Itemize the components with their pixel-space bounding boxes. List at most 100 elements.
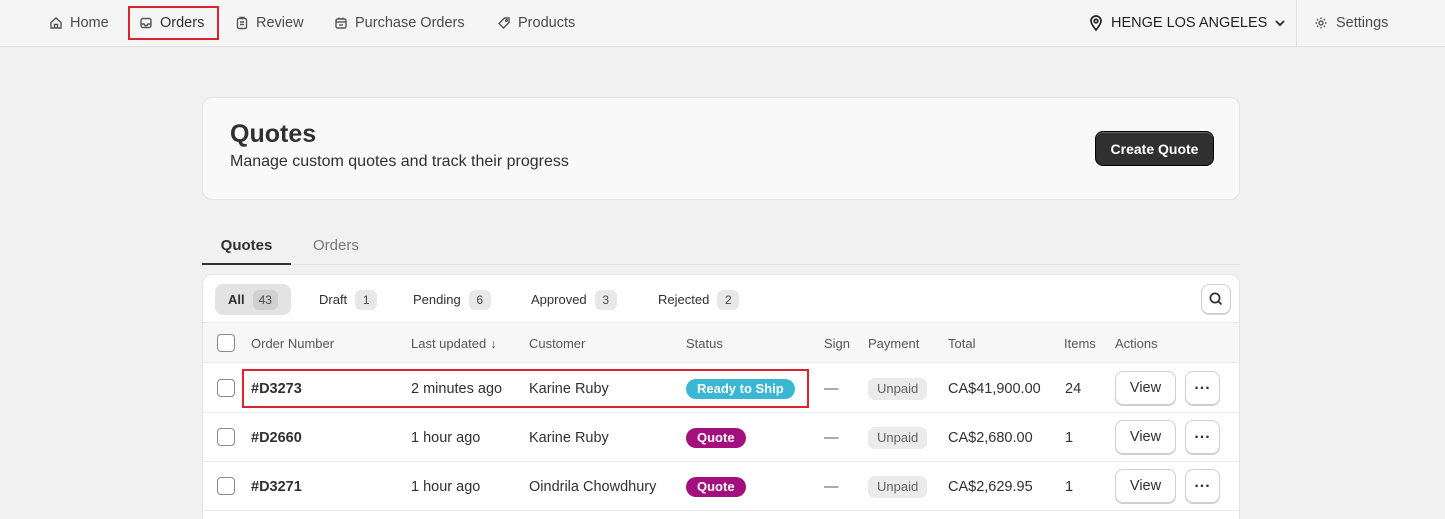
column-status[interactable]: Status [686,323,723,363]
filter-count: 2 [717,289,740,310]
column-sign[interactable]: Sign [824,323,850,363]
column-payment[interactable]: Payment [868,323,919,363]
nav-divider [1296,0,1297,47]
ellipsis-icon: ... [1194,376,1211,393]
page-subtitle: Manage custom quotes and track their pro… [230,153,569,170]
filter-label: Rejected [658,292,710,307]
ellipsis-icon: ... [1194,474,1211,491]
row-checkbox[interactable] [217,379,235,397]
customer-name: Karine Ruby [529,429,609,446]
tab-orders[interactable]: Orders [313,227,359,264]
last-updated: 1 hour ago [411,478,481,495]
view-button[interactable]: View [1115,469,1176,503]
nav-review[interactable]: Review [226,6,313,40]
last-updated: 1 hour ago [411,429,481,446]
search-button[interactable] [1201,284,1231,314]
nav-orders-label: Orders [160,15,205,31]
column-actions: Actions [1115,335,1158,351]
clipboard-icon [236,16,248,30]
nav-home-label: Home [70,15,109,31]
page-header-card: Quotes Manage custom quotes and track th… [202,97,1240,200]
total-value: CA$2,680.00 [948,429,1033,446]
tab-quotes[interactable]: Quotes [202,227,291,265]
filter-count: 43 [252,289,278,310]
page-title: Quotes [230,120,317,148]
sign-value: — [824,478,839,495]
more-actions-button[interactable]: ... [1185,420,1220,454]
items-count: 1 [1065,478,1074,495]
receipt-icon [335,17,347,29]
filter-count: 1 [355,289,378,310]
last-updated: 2 minutes ago [411,380,503,397]
chevron-down-icon [1275,20,1285,27]
more-actions-button[interactable]: ... [1185,371,1220,405]
column-total[interactable]: Total [948,323,975,363]
create-quote-button[interactable]: Create Quote [1095,131,1214,166]
status-badge: Ready to Ship [686,378,795,399]
filter-rejected[interactable]: Rejected 2 [645,284,752,315]
total-value: CA$2,629.95 [948,478,1033,495]
inbox-icon [140,17,152,29]
filter-bar: All 43 Draft 1 Pending 6 Approved 3 Reje… [203,275,1239,323]
column-customer[interactable]: Customer [529,323,585,363]
payment-badge: Unpaid [868,377,928,400]
table-row[interactable]: #D3271 1 hour ago Oindrila Chowdhury Quo… [203,462,1239,511]
location-label: HENGE LOS ANGELES [1111,15,1268,31]
nav-review-label: Review [256,15,304,31]
settings-button[interactable]: Settings [1306,6,1396,40]
filter-pending[interactable]: Pending 6 [400,284,504,315]
sign-value: — [824,380,839,397]
gear-icon [1315,17,1327,29]
nav-products[interactable]: Products [488,6,584,40]
order-number[interactable]: #D3273 [251,364,302,413]
view-button[interactable]: View [1115,371,1176,405]
view-button[interactable]: View [1115,420,1176,454]
filter-label: Approved [531,292,587,307]
table-row[interactable]: #D2660 1 hour ago Karine Ruby Quote — Un… [203,413,1239,462]
order-number[interactable]: #D3271 [251,462,302,511]
ellipsis-icon: ... [1194,425,1211,442]
filter-count: 3 [594,289,617,310]
items-count: 1 [1065,429,1074,446]
column-last-updated-label: Last updated [411,335,487,351]
nav-orders[interactable]: Orders [128,6,219,40]
sort-arrow-icon: ↓ [490,335,497,351]
filter-draft[interactable]: Draft 1 [306,284,390,315]
nav-home[interactable]: Home [40,6,118,40]
location-pin-icon [1090,15,1102,32]
filter-count: 6 [468,289,491,310]
nav-products-label: Products [518,15,576,31]
table-header: Order Number Last updated ↓ Customer Sta… [203,323,1239,363]
row-checkbox[interactable] [217,428,235,446]
order-number[interactable]: #D2660 [251,413,302,462]
nav-purchase-orders-label: Purchase Orders [355,15,465,31]
select-all-checkbox[interactable] [217,334,235,352]
filter-all[interactable]: All 43 [215,284,291,315]
column-items[interactable]: Items [1064,323,1096,363]
more-actions-button[interactable]: ... [1185,469,1220,503]
filter-label: Pending [413,292,461,307]
nav-purchase-orders[interactable]: Purchase Orders [325,6,474,40]
filter-label: Draft [319,292,348,307]
payment-badge: Unpaid [868,426,928,449]
filter-label: All [228,292,245,307]
location-selector[interactable]: HENGE LOS ANGELES [1087,6,1287,40]
filter-approved[interactable]: Approved 3 [518,284,630,315]
total-value: CA$41,900.00 [948,380,1041,397]
sign-value: — [824,429,839,446]
search-icon [1209,292,1223,306]
column-order-number[interactable]: Order Number [251,323,334,363]
column-last-updated[interactable]: Last updated ↓ [411,323,497,363]
customer-name: Karine Ruby [529,380,609,397]
settings-label: Settings [1336,15,1389,31]
tag-icon [498,17,510,29]
customer-name: Oindrila Chowdhury [529,478,657,495]
row-checkbox[interactable] [217,477,235,495]
top-navigation: Home Orders Review Purchase Orders Produ… [0,0,1445,47]
tab-bar: Quotes Orders [202,227,1240,265]
payment-badge: Unpaid [868,475,928,498]
home-icon [50,17,62,29]
status-badge: Quote [686,476,746,497]
table-row[interactable]: #D3273 2 minutes ago Karine Ruby Ready t… [203,364,1239,413]
quotes-table-card: All 43 Draft 1 Pending 6 Approved 3 Reje… [202,274,1240,519]
